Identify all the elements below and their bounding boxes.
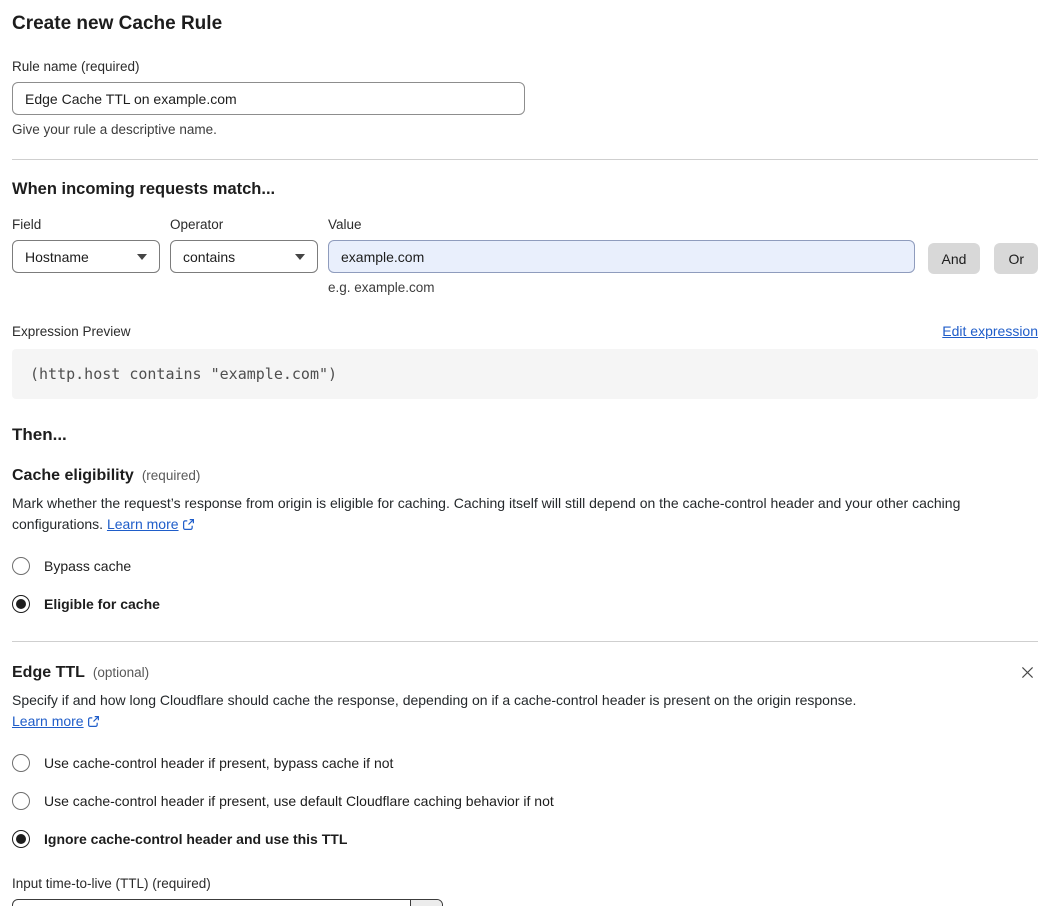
field-select[interactable]: Hostname (12, 240, 160, 273)
edit-expression-link[interactable]: Edit expression (942, 323, 1038, 339)
cache-eligibility-description: Mark whether the request’s response from… (12, 493, 1038, 537)
value-label: Value (328, 217, 362, 232)
and-button[interactable]: And (927, 243, 981, 274)
rule-name-helper: Give your rule a descriptive name. (12, 122, 217, 137)
page-title: Create new Cache Rule (12, 13, 223, 34)
or-button[interactable]: Or (994, 243, 1038, 274)
learn-more-label: Learn more (12, 713, 84, 729)
match-heading: When incoming requests match... (12, 180, 276, 198)
create-cache-rule-form: Create new Cache Rule Rule name (require… (0, 0, 1058, 906)
radio-circle-icon[interactable] (12, 557, 30, 575)
field-label: Field (12, 217, 42, 232)
section-divider (12, 641, 1038, 642)
radio-circle-icon[interactable] (12, 754, 30, 772)
external-link-icon (87, 715, 100, 731)
radio-circle-selected-icon[interactable] (12, 830, 30, 848)
radio-label: Use cache-control header if present, use… (44, 793, 554, 809)
edge-ttl-description: Specify if and how long Cloudflare shoul… (12, 690, 857, 734)
radio-label: Ignore cache-control header and use this… (44, 831, 348, 847)
section-divider (12, 159, 1038, 160)
ttl-group: Input time-to-live (TTL) (required) 1 da… (12, 876, 1038, 906)
value-helper: e.g. example.com (328, 280, 435, 295)
radio-bypass-cache[interactable]: Bypass cache (12, 557, 1038, 575)
radio-label: Use cache-control header if present, byp… (44, 755, 394, 771)
cache-eligibility-heading: Cache eligibility (required) (12, 467, 1038, 485)
edge-ttl-qualifier: (optional) (92, 665, 150, 680)
ttl-select-value: 1 day (13, 900, 410, 906)
radio-circle-icon[interactable] (12, 792, 30, 810)
ttl-label: Input time-to-live (TTL) (required) (12, 876, 211, 891)
radio-use-header-bypass[interactable]: Use cache-control header if present, byp… (12, 754, 1038, 772)
close-icon[interactable] (1019, 664, 1036, 681)
cache-eligibility-qualifier: (required) (141, 468, 201, 483)
chevron-down-icon (295, 253, 305, 260)
cache-eligibility-title: Cache eligibility (12, 467, 134, 484)
radio-circle-selected-icon[interactable] (12, 595, 30, 613)
radio-label: Eligible for cache (44, 596, 160, 612)
edge-ttl-heading: Edge TTL (optional) (12, 664, 1038, 682)
operator-label: Operator (170, 217, 224, 232)
expression-builder-row: Field Hostname Operator contains Value e… (12, 217, 1038, 295)
external-link-icon (182, 518, 195, 534)
radio-label: Bypass cache (44, 558, 132, 574)
rule-name-label: Rule name (required) (12, 59, 140, 74)
radio-use-header-default[interactable]: Use cache-control header if present, use… (12, 792, 1038, 810)
ttl-select[interactable]: 1 day (12, 899, 443, 906)
value-column: Value e.g. example.com (328, 217, 915, 295)
then-heading: Then... (12, 425, 67, 444)
edge-ttl-description-text: Specify if and how long Cloudflare shoul… (12, 692, 857, 708)
value-input[interactable] (328, 240, 915, 273)
field-column: Field Hostname (12, 217, 160, 295)
edge-ttl-learn-more-link[interactable]: Learn more (12, 713, 84, 729)
expression-preview-label: Expression Preview (12, 324, 131, 339)
radio-eligible-for-cache[interactable]: Eligible for cache (12, 595, 1038, 613)
operator-column: Operator contains (170, 217, 318, 295)
chevron-down-icon (137, 253, 147, 260)
operator-select-value: contains (183, 248, 236, 265)
field-select-value: Hostname (25, 248, 89, 265)
expression-preview-header: Expression Preview Edit expression (12, 323, 1038, 339)
rule-name-group: Rule name (required) Give your rule a de… (12, 59, 1038, 137)
edge-ttl-title: Edge TTL (12, 664, 85, 681)
operator-select[interactable]: contains (170, 240, 318, 273)
ttl-select-arrow-button[interactable] (410, 900, 442, 906)
radio-ignore-header-use-ttl[interactable]: Ignore cache-control header and use this… (12, 830, 1038, 848)
rule-name-input[interactable] (12, 82, 525, 115)
cache-eligibility-learn-more-link[interactable]: Learn more (107, 516, 179, 532)
learn-more-label: Learn more (106, 516, 179, 532)
expression-preview-code: (http.host contains "example.com") (12, 349, 1038, 399)
